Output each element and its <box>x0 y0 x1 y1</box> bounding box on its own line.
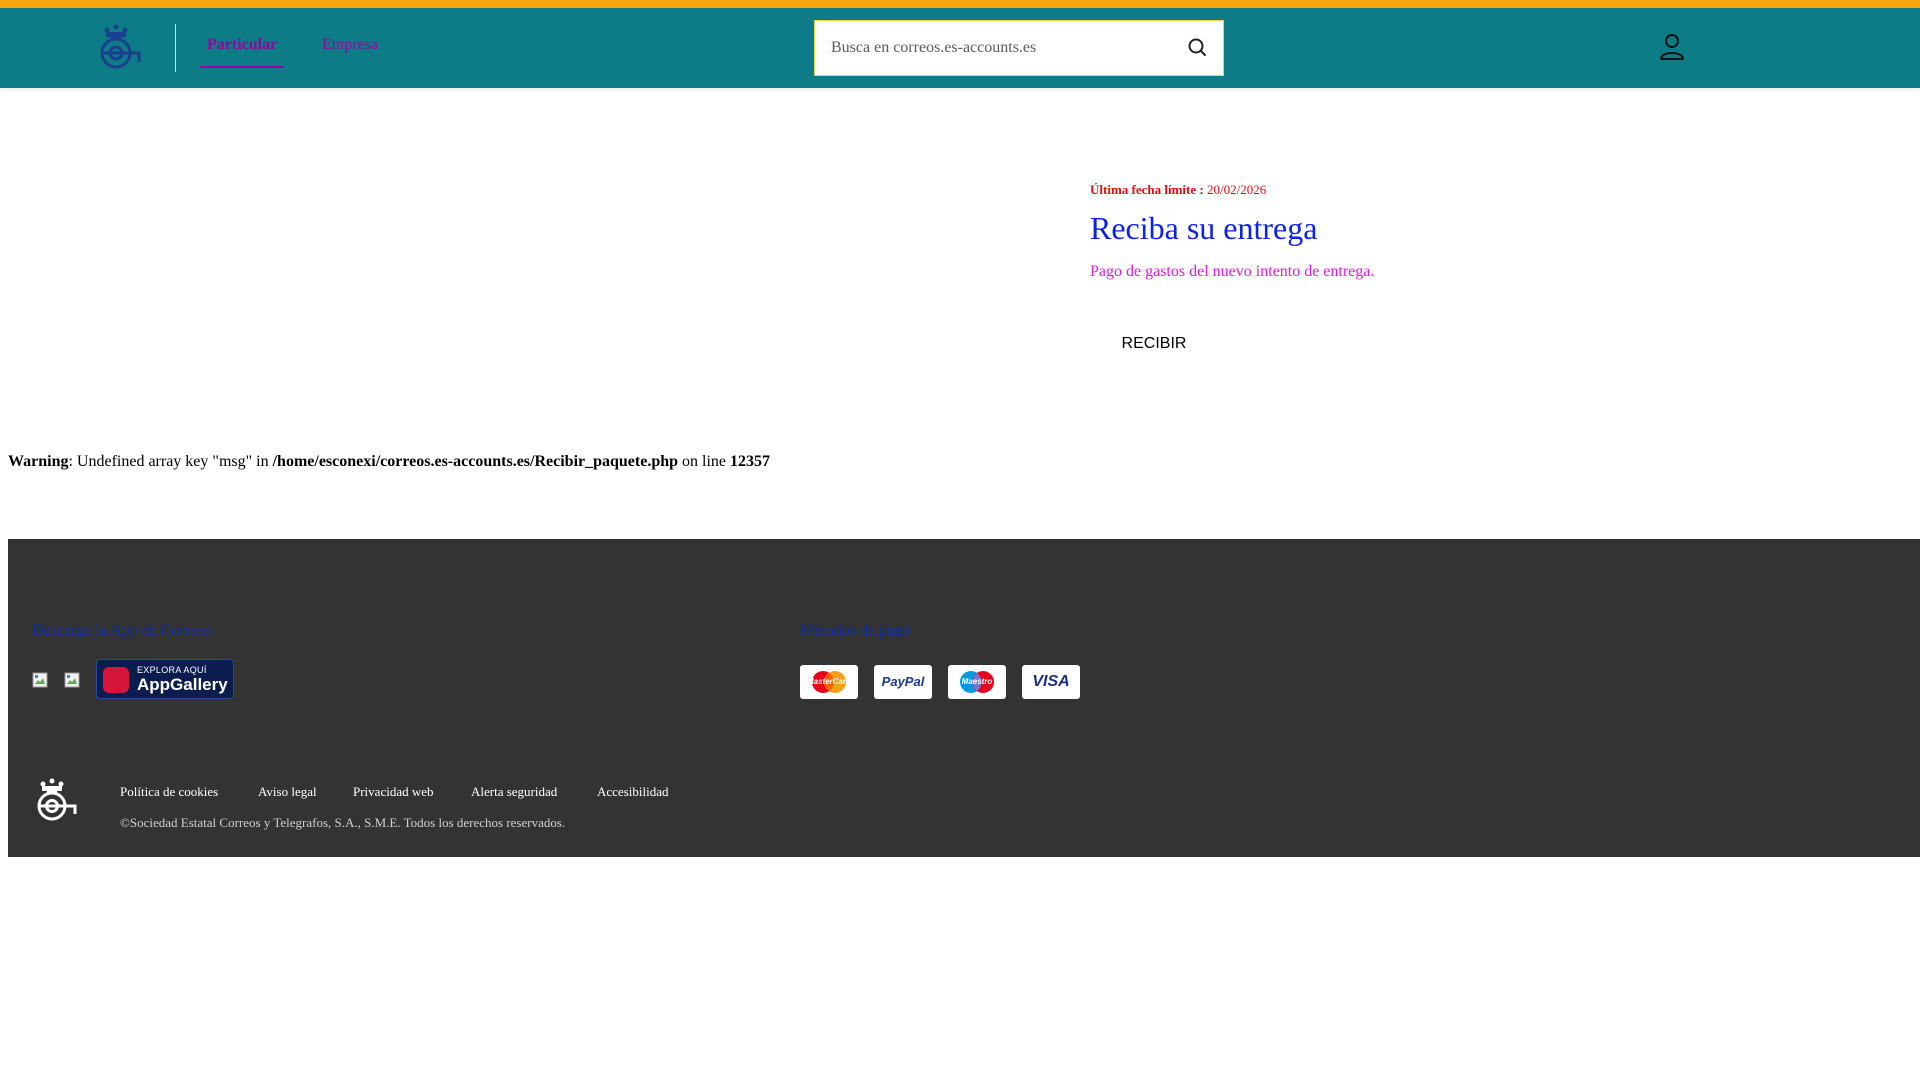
footer-link-aviso-legal[interactable]: Aviso legal <box>258 784 317 800</box>
user-icon[interactable] <box>1658 32 1686 62</box>
app-download-heading: Descarga la App de Correos <box>32 622 212 639</box>
tab-particular[interactable]: Particular <box>207 36 277 54</box>
mastercard-text: MasterCard <box>806 677 851 686</box>
php-warning-message: Warning: Undefined array key "msg" in /h… <box>8 453 770 471</box>
deadline-line: Última fecha límite : 20/02/2026 <box>1090 182 1266 198</box>
paypal-logo: PayPal <box>874 665 932 699</box>
page-subtitle: Pago de gastos del nuevo intento de entr… <box>1090 263 1375 280</box>
warning-line-number: 12357 <box>730 453 771 470</box>
tab-empresa[interactable]: Empresa <box>322 36 378 54</box>
site-footer: Descarga la App de Correos EXPLORA AQUÍ … <box>8 539 1920 857</box>
appgallery-small-text: EXPLORA AQUÍ <box>137 665 207 675</box>
appgallery-badge[interactable]: EXPLORA AQUÍ AppGallery <box>96 659 234 699</box>
mastercard-logo: MasterCard <box>800 665 858 699</box>
appgallery-name: AppGallery <box>137 675 228 694</box>
search-icon[interactable] <box>1185 35 1211 61</box>
paypal-text: PayPal <box>881 674 925 689</box>
warning-text-1: : Undefined array key "msg" in <box>68 453 273 470</box>
payment-methods-heading: Métodos de pago <box>800 622 911 639</box>
footer-link-cookies[interactable]: Política de cookies <box>120 784 218 800</box>
recibir-button[interactable]: RECIBIR <box>1090 326 1218 362</box>
warning-path: /home/esconexi/correos.es-accounts.es/Re… <box>272 453 679 470</box>
active-tab-underline <box>200 66 284 68</box>
header-divider <box>175 24 176 72</box>
visa-text: VISA <box>1032 673 1070 690</box>
copyright-text: ©Sociedad Estatal Correos y Telegrafos, … <box>120 815 566 830</box>
warning-text-2: on line <box>678 453 731 470</box>
broken-image-icon[interactable] <box>32 672 48 688</box>
search-input[interactable] <box>831 21 1171 74</box>
footer-link-accesibilidad[interactable]: Accesibilidad <box>597 784 668 800</box>
correos-footer-logo-icon[interactable] <box>30 776 82 826</box>
footer-link-privacidad[interactable]: Privacidad web <box>353 784 434 800</box>
top-accent-stripe <box>0 0 1920 8</box>
huawei-icon <box>103 667 129 693</box>
warning-label: Warning <box>8 453 69 470</box>
site-header: Particular Empresa <box>0 8 1920 88</box>
visa-logo: VISA <box>1022 665 1080 699</box>
maestro-text: Maestro <box>961 677 993 686</box>
correos-logo-icon[interactable] <box>94 22 146 74</box>
maestro-logo: Maestro <box>948 665 1006 699</box>
broken-image-icon[interactable] <box>64 672 80 688</box>
page-title: Reciba su entrega <box>1090 210 1318 246</box>
footer-link-alerta-seguridad[interactable]: Alerta seguridad <box>471 784 557 800</box>
search-box <box>814 20 1224 76</box>
deadline-date: 20/02/2026 <box>1206 182 1267 197</box>
deadline-label: Última fecha límite : <box>1090 182 1204 197</box>
